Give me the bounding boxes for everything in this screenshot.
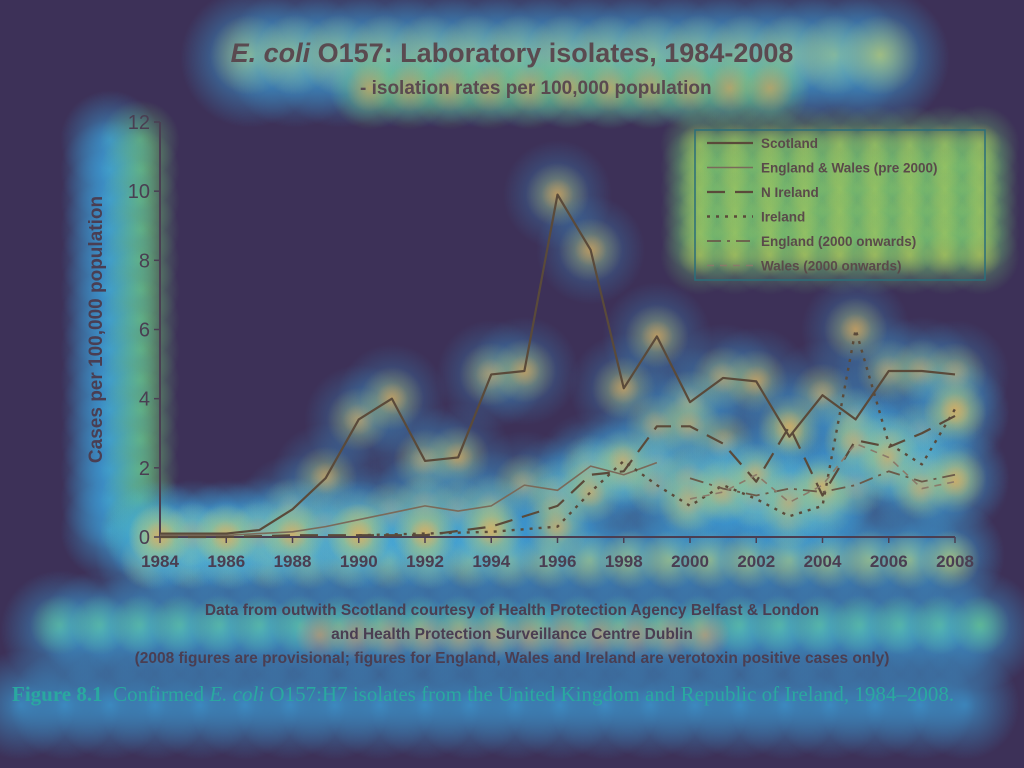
x-tick-label: 2008: [936, 552, 974, 571]
legend-label: Ireland: [761, 210, 805, 225]
legend-label: England (2000 onwards): [761, 234, 916, 249]
y-axis-label: Cases per 100,000 population: [86, 196, 107, 463]
x-tick-label: 1984: [141, 552, 179, 571]
y-tick-label: 6: [139, 320, 150, 342]
figure-caption: Figure 8.1 Confirmed E. coli O157:H7 iso…: [12, 682, 1002, 707]
x-tick-label: 2006: [870, 552, 908, 571]
x-tick-label: 1994: [472, 552, 510, 571]
x-tick-label: 1992: [406, 552, 444, 571]
y-tick-label: 10: [128, 181, 150, 203]
x-tick-label: 2004: [804, 552, 842, 571]
legend-label: Scotland: [761, 136, 818, 151]
legend-label: N Ireland: [761, 185, 819, 200]
legend-label: England & Wales (pre 2000): [761, 161, 938, 176]
caption-figure-number: Figure 8.1: [12, 682, 103, 706]
x-tick-label: 1998: [605, 552, 643, 571]
x-tick-label: 2000: [671, 552, 709, 571]
legend-label: Wales (2000 onwards): [761, 259, 902, 274]
source-note-line-2: and Health Protection Surveillance Centr…: [331, 626, 693, 643]
y-tick-label: 12: [128, 112, 150, 134]
y-tick-label: 0: [139, 527, 150, 549]
source-note-line-3: (2008 figures are provisional; figures f…: [134, 650, 890, 667]
caption-text-a: Confirmed: [113, 682, 210, 706]
x-tick-label: 1990: [340, 552, 378, 571]
series-line-4: [358, 328, 957, 537]
y-tick-label: 2: [139, 458, 150, 480]
x-tick-label: 1996: [539, 552, 577, 571]
x-tick-label: 1988: [274, 552, 312, 571]
source-note-line-1: Data from outwith Scotland courtesy of H…: [204, 602, 820, 619]
legend-box: [694, 129, 986, 281]
caption-organism: E. coli: [209, 682, 265, 706]
x-tick-label: 2002: [737, 552, 775, 571]
x-tick-label: 1986: [207, 552, 245, 571]
y-tick-label: 8: [139, 250, 150, 272]
y-tick-label: 4: [139, 389, 150, 411]
caption-text-b: O157:H7 isolates from the United Kingdom…: [264, 682, 955, 706]
